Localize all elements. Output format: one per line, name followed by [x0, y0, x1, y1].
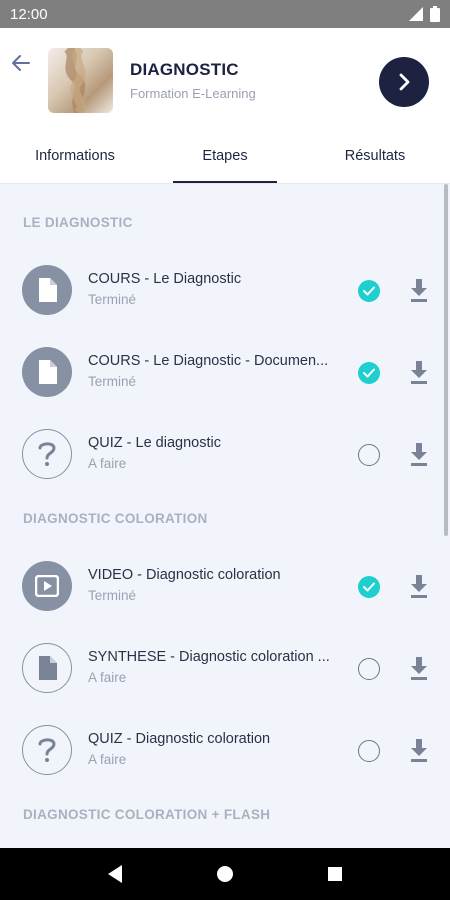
chevron-right-icon [399, 73, 410, 91]
battery-icon [430, 6, 440, 22]
braid-image [63, 48, 86, 113]
nav-back-button[interactable] [100, 859, 130, 889]
download-icon[interactable] [407, 360, 431, 386]
tab-etapes[interactable]: Etapes [150, 128, 300, 183]
status-bar: 12:00 [0, 0, 450, 28]
circle-home-icon [217, 866, 233, 882]
item-status: A faire [88, 456, 127, 471]
download-icon[interactable] [407, 574, 431, 600]
list-item[interactable]: VIDEO - Diagnostic coloration Terminé [0, 546, 450, 626]
completed-check-icon [358, 362, 380, 384]
completed-check-icon [358, 576, 380, 598]
pending-circle-icon [358, 444, 380, 466]
nav-home-button[interactable] [210, 859, 240, 889]
item-title: SYNTHESE - Diagnostic coloration ... [88, 649, 330, 665]
item-title: COURS - Le Diagnostic - Documen... [88, 353, 329, 369]
course-title: DIAGNOSTIC [130, 60, 239, 79]
download-icon[interactable] [407, 278, 431, 304]
question-icon [22, 429, 72, 479]
document-icon [22, 265, 72, 315]
item-status: A faire [88, 752, 127, 767]
status-time: 12:00 [10, 5, 48, 23]
list-item[interactable]: COURS - Le Diagnostic Terminé [0, 250, 450, 330]
course-subtitle: Formation E-Learning [130, 86, 256, 101]
item-status: Terminé [88, 292, 137, 307]
item-title: QUIZ - Diagnostic coloration [88, 731, 271, 747]
course-thumbnail [48, 48, 113, 113]
document-icon [22, 643, 72, 693]
next-button[interactable] [379, 57, 429, 107]
status-icons [408, 6, 440, 22]
section-header: DIAGNOSTIC COLORATION [23, 511, 208, 526]
video-icon [22, 561, 72, 611]
item-status: A faire [88, 670, 127, 685]
steps-list[interactable]: LE DIAGNOSTIC COURS - Le Diagnostic Term… [0, 184, 450, 848]
list-item[interactable]: COURS - Le Diagnostic - Documen... Termi… [0, 332, 450, 412]
system-nav-bar [0, 848, 450, 900]
tab-resultats[interactable]: Résultats [300, 128, 450, 183]
nav-recents-button[interactable] [320, 859, 350, 889]
item-title: COURS - Le Diagnostic [88, 271, 242, 287]
tab-bar: Informations Etapes Résultats [0, 128, 450, 184]
list-item[interactable]: SYNTHESE - Diagnostic coloration ... A f… [0, 628, 450, 708]
pending-circle-icon [358, 658, 380, 680]
item-status: Terminé [88, 374, 137, 389]
list-item[interactable]: QUIZ - Le diagnostic A faire [0, 414, 450, 494]
pending-circle-icon [358, 740, 380, 762]
square-recents-icon [328, 867, 342, 881]
question-icon [22, 725, 72, 775]
course-header: DIAGNOSTIC Formation E-Learning [0, 28, 450, 128]
download-icon[interactable] [407, 656, 431, 682]
signal-icon [409, 7, 423, 21]
section-header: DIAGNOSTIC COLORATION + FLASH [23, 807, 271, 822]
download-icon[interactable] [407, 442, 431, 468]
tab-informations[interactable]: Informations [0, 128, 150, 183]
item-status: Terminé [88, 588, 137, 603]
back-button[interactable] [8, 50, 34, 76]
arrow-left-icon [12, 55, 30, 71]
item-title: QUIZ - Le diagnostic [88, 435, 221, 451]
document-icon [22, 347, 72, 397]
download-icon[interactable] [407, 738, 431, 764]
list-item[interactable]: QUIZ - Diagnostic coloration A faire [0, 710, 450, 790]
triangle-back-icon [108, 865, 122, 883]
completed-check-icon [358, 280, 380, 302]
section-header: LE DIAGNOSTIC [23, 215, 133, 230]
item-title: VIDEO - Diagnostic coloration [88, 567, 281, 583]
